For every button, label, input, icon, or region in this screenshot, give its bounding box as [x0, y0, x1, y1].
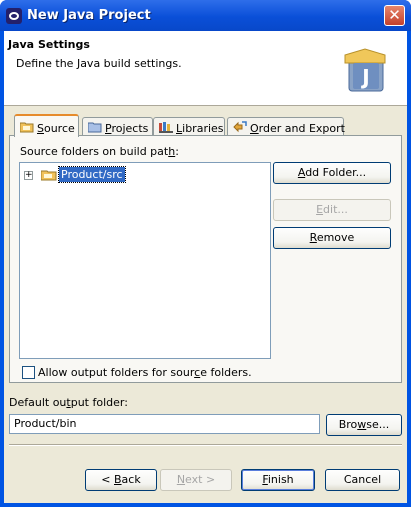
title-bar[interactable]: New Java Project ✕ [0, 0, 411, 31]
libraries-icon [159, 122, 173, 133]
tab-label: Projects [105, 122, 149, 135]
tab-label: Order and Export [250, 122, 345, 135]
window-title: New Java Project [27, 8, 151, 23]
projects-folder-icon [88, 122, 102, 133]
edit-button[interactable]: Edit... [273, 199, 391, 221]
source-folder-icon [20, 122, 34, 133]
order-export-icon [233, 121, 247, 133]
tab-label: Source [37, 122, 75, 135]
tab-libraries[interactable]: Libraries [153, 117, 225, 137]
tab-label: Libraries [176, 122, 224, 135]
source-folder-icon [41, 170, 57, 181]
source-folder-tree[interactable]: + Product/src [19, 162, 271, 359]
footer-separator [9, 444, 402, 446]
dialog-client: Java Settings Define the Java build sett… [4, 31, 407, 503]
page-description: Define the Java build settings. [16, 57, 182, 70]
page-title: Java Settings [8, 38, 90, 51]
default-output-folder-label: Default output folder: [9, 396, 128, 409]
cancel-button[interactable]: Cancel [325, 469, 400, 491]
tab-source[interactable]: Source [14, 114, 79, 137]
java-project-icon: J [344, 48, 386, 92]
back-button[interactable]: < Back [85, 469, 157, 491]
finish-button[interactable]: Finish [241, 469, 315, 491]
dialog-window: New Java Project ✕ Java Settings Define … [0, 0, 411, 507]
source-folders-label: Source folders on build path: [20, 145, 179, 158]
wizard-header: Java Settings Define the Java build sett… [4, 31, 407, 106]
java-badge-letter: J [360, 65, 369, 89]
next-button[interactable]: Next > [160, 469, 232, 491]
eclipse-icon [6, 8, 22, 24]
add-folder-button[interactable]: Add Folder... [273, 162, 391, 184]
close-icon: ✕ [388, 6, 401, 24]
close-button[interactable]: ✕ [384, 5, 405, 26]
remove-button[interactable]: Remove [273, 227, 391, 249]
tab-order-and-export[interactable]: Order and Export [227, 117, 345, 137]
tree-item-label: Product/src [58, 166, 126, 183]
browse-button[interactable]: Browse... [326, 414, 402, 436]
allow-output-folders-label[interactable]: Allow output folders for source folders. [38, 366, 252, 379]
expand-plus-icon[interactable]: + [24, 171, 33, 180]
output-folder-input[interactable]: Product/bin [9, 414, 320, 434]
allow-output-folders-checkbox[interactable] [22, 366, 35, 379]
tab-projects[interactable]: Projects [82, 117, 153, 137]
